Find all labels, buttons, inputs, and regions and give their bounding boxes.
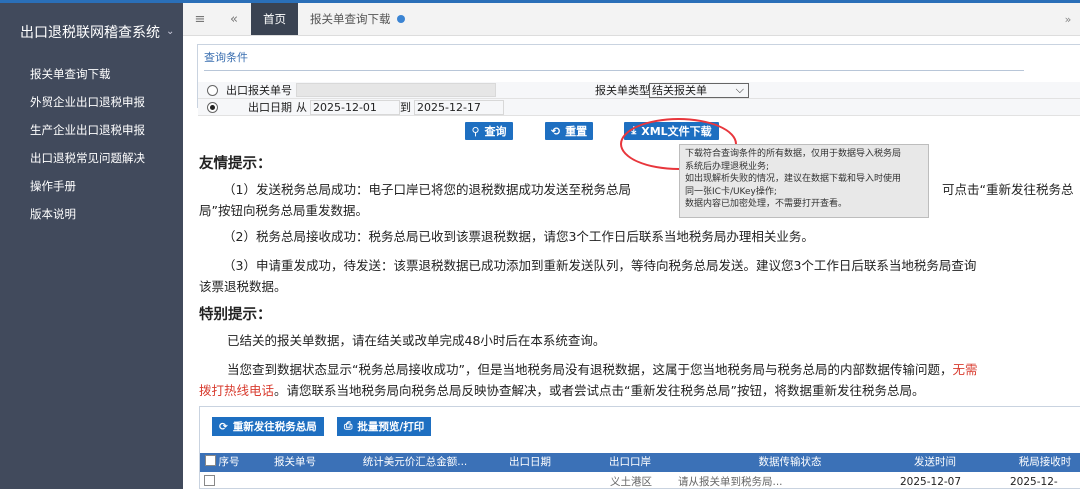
declaration-type-select[interactable]: 结关报关单 ⌵ xyxy=(649,82,749,98)
from-date-input[interactable]: 2025-12-01 xyxy=(310,99,400,115)
chevron-down-icon[interactable]: ⌄ xyxy=(166,26,174,37)
header-usd-total[interactable]: 统计美元价汇总金额... xyxy=(345,453,485,472)
tip-1-line2: 局”按钮向税务总局重发数据。 xyxy=(199,203,368,218)
sidebar-item-version[interactable]: 版本说明 xyxy=(0,200,183,228)
tab-home[interactable]: 首页 xyxy=(251,3,298,35)
double-right-arrow-icon[interactable]: » xyxy=(1056,3,1080,35)
select-all-checkbox[interactable] xyxy=(204,455,216,466)
divider xyxy=(204,70,1024,71)
tip-1-tail: 可点击“重新发往税务总 xyxy=(942,182,1074,197)
radio-export-date[interactable] xyxy=(207,101,218,113)
tab-declaration-query-label: 报关单查询下载 xyxy=(310,12,391,26)
menu-toggle-icon[interactable]: ≡ xyxy=(183,3,217,35)
special-tips-title: 特别提示： xyxy=(199,307,272,323)
tab-bar: ≡ « 首页 报关单查询下载 » xyxy=(183,0,1080,36)
sidebar-item-production-refund[interactable]: 生产企业出口退税申报 xyxy=(0,116,183,144)
friendly-tips-title: 友情提示： xyxy=(199,156,272,172)
tip-3-line1: （3）申请重发成功，待发送：该票退税数据已成功添加到重新发送队列，等待向税务总局… xyxy=(223,258,977,273)
header-declaration-no[interactable]: 报关单号 xyxy=(260,453,330,472)
special-tip-2-rest: 。请您联系当地税务局向税务总局反映协查解决，或者尝试点击“重新发往税务总局”按钮… xyxy=(274,383,925,398)
sidebar-item-manual[interactable]: 操作手册 xyxy=(0,172,183,200)
special-tip-1: 已结关的报关单数据，请在结关或改单完成48小时后在本系统查询。 xyxy=(227,333,606,348)
to-date-input[interactable]: 2025-12-17 xyxy=(414,99,504,115)
radio-declaration-no[interactable] xyxy=(207,84,218,96)
tooltip-line: 系统后办理退税业务; xyxy=(685,161,770,172)
row-receive-time: 2025-12- xyxy=(1010,476,1058,488)
search-button-label: 查询 xyxy=(484,125,507,138)
tip-paragraph-2: （2）税务总局接收成功：税务总局已收到该票退税数据，请您3个工作日后联系当地税务… xyxy=(223,229,814,244)
resend-button[interactable]: ⟳ 重新发往税务总局 xyxy=(212,417,324,436)
resend-button-label: 重新发往税务总局 xyxy=(232,421,317,433)
query-panel-title: 查询条件 xyxy=(204,51,248,64)
header-export-date[interactable]: 出口日期 xyxy=(490,453,570,472)
header-export-port[interactable]: 出口口岸 xyxy=(590,453,670,472)
system-title-text: 出口退税联网稽查系统 xyxy=(20,24,160,41)
tooltip-line: 同一张IC卡/UKey操作; xyxy=(685,186,777,197)
row-checkbox[interactable] xyxy=(204,475,215,486)
to-label: 到 xyxy=(400,101,411,114)
sidebar: 出口退税联网稽查系统 ⌄ 报关单查询下载 外贸企业出口退税申报 生产企业出口退税… xyxy=(0,0,183,489)
row-send-time: 2025-12-07 xyxy=(900,476,962,488)
printer-icon: ⎙ xyxy=(344,420,353,432)
batch-print-label: 批量预览/打印 xyxy=(357,421,425,433)
header-receive-time[interactable]: 税局接收时 xyxy=(1000,453,1080,472)
refresh-icon: ⟳ xyxy=(219,420,228,433)
tooltip-line: 数据内容已加密处理，不需要打开查看。 xyxy=(685,199,848,209)
main-content: 查询条件 出口报关单号 报关单类型 结关报关单 ⌵ 出口日期 从 2025-12… xyxy=(183,36,1080,489)
row-export-port: 义土港区 xyxy=(610,476,652,488)
tooltip-line: 如出现解析失败的情况，建议在数据下载和导入时使用 xyxy=(685,174,902,184)
tip-paragraph-3: （3）申请重发成功，待发送：该票退税数据已成功添加到重新发送队列，等待向税务总局… xyxy=(199,255,1079,297)
double-left-arrow-icon[interactable]: « xyxy=(217,3,251,35)
reset-button[interactable]: ⟲ 重置 xyxy=(545,122,593,140)
query-row-declaration-no: 出口报关单号 报关单类型 结关报关单 ⌵ xyxy=(197,82,1067,98)
export-date-label: 出口日期 xyxy=(248,101,292,114)
table-row[interactable]: 义土港区 请从报关单到税务局... 2025-12-07 2025-12- xyxy=(200,472,1080,489)
refresh-icon: ⟲ xyxy=(550,124,561,138)
reset-button-label: 重置 xyxy=(565,125,588,138)
header-transfer-status[interactable]: 数据传输状态 xyxy=(710,453,870,472)
tip-paragraph-1: （1）发送税务总局成功：电子口岸已将您的退税数据成功发送至税务总局 可点击“重新… xyxy=(199,179,1079,221)
special-tip-2-text: 当您查到数据状态显示“税务总局接收成功”，但是当地税务局没有退税数据，这属于您当… xyxy=(227,362,953,377)
sidebar-item-trade-refund[interactable]: 外贸企业出口退税申报 xyxy=(0,88,183,116)
tooltip-line: 下载符合查询条件的所有数据，仅用于数据导入税务局 xyxy=(685,149,902,159)
search-button[interactable]: ⚲ 查询 xyxy=(465,122,513,140)
sidebar-menu: 报关单查询下载 外贸企业出口退税申报 生产企业出口退税申报 出口退税常见问题解决… xyxy=(0,60,183,228)
search-icon: ⚲ xyxy=(471,124,480,138)
declaration-no-input[interactable] xyxy=(296,83,496,97)
tip-3-line2: 该票退税数据。 xyxy=(199,279,287,294)
special-tip-2-red1: 无需 xyxy=(952,362,978,377)
row-transfer-status: 请从报关单到税务局... xyxy=(678,476,783,488)
xml-download-tooltip: 下载符合查询条件的所有数据，仅用于数据导入税务局 系统后办理退税业务; 如出现解… xyxy=(679,144,929,218)
special-tip-2: 当您查到数据状态显示“税务总局接收成功”，但是当地税务局没有退税数据，这属于您当… xyxy=(199,359,1079,401)
sidebar-item-faq[interactable]: 出口退税常见问题解决 xyxy=(0,144,183,172)
system-title[interactable]: 出口退税联网稽查系统 ⌄ xyxy=(0,0,183,60)
batch-print-button[interactable]: ⎙ 批量预览/打印 xyxy=(337,417,432,436)
declaration-type-value: 结关报关单 xyxy=(652,83,707,97)
header-send-time[interactable]: 发送时间 xyxy=(890,453,980,472)
declaration-no-label: 出口报关单号 xyxy=(226,84,292,97)
header-index-label: 序号 xyxy=(218,456,240,468)
header-index: 序号 xyxy=(200,453,244,472)
tab-declaration-query[interactable]: 报关单查询下载 xyxy=(298,3,417,35)
special-tip-2-red2: 拨打热线电话 xyxy=(199,383,275,398)
result-grid: ⟳ 重新发往税务总局 ⎙ 批量预览/打印 序号 报关单号 统计美元价汇总金额... … xyxy=(199,406,1080,489)
table-header: 序号 报关单号 统计美元价汇总金额... 出口日期 出口口岸 数据传输状态 发送… xyxy=(200,453,1080,472)
active-dot-icon xyxy=(396,15,405,23)
from-label: 从 xyxy=(296,101,307,114)
chevron-down-icon: ⌵ xyxy=(735,82,744,96)
declaration-type-label: 报关单类型 xyxy=(595,84,650,97)
sidebar-item-declaration-query[interactable]: 报关单查询下载 xyxy=(0,60,183,88)
tip-1-text: （1）发送税务总局成功：电子口岸已将您的退税数据成功发送至税务总局 xyxy=(223,182,631,197)
query-row-export-date: 出口日期 从 2025-12-01 到 2025-12-17 xyxy=(197,99,504,115)
